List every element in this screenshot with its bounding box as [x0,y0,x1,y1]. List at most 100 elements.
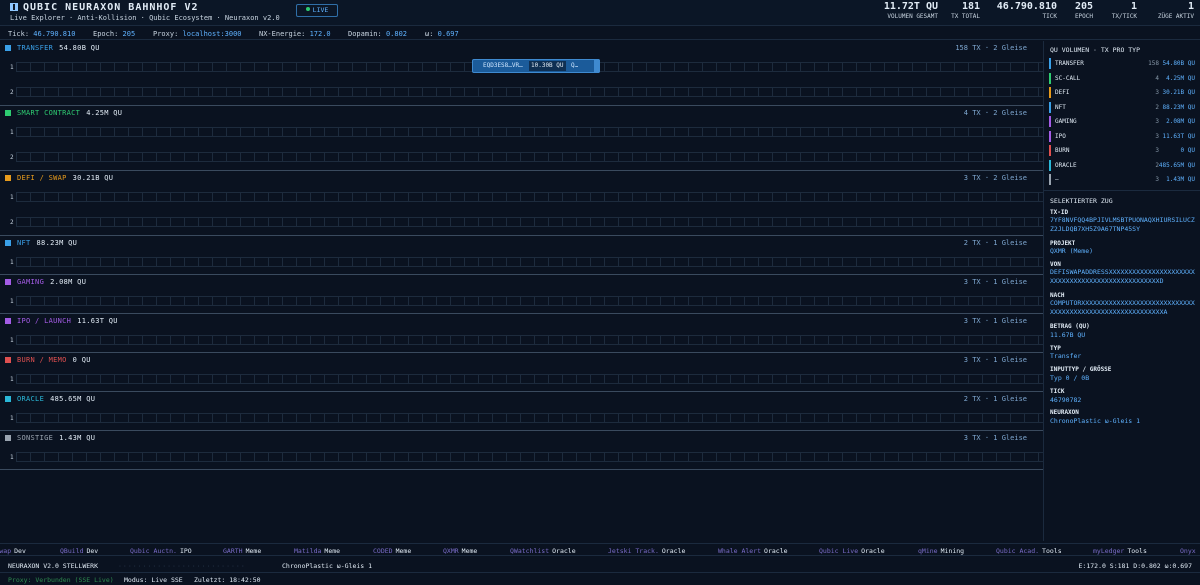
volume-row[interactable]: IPO 3 11.63T QU [1049,130,1197,142]
lane-volume: 88.23M QU [36,239,78,247]
volume-row[interactable]: GAMING 3 2.08M QU [1049,116,1197,127]
ticker-item[interactable]: QBuild Dev [60,547,98,555]
status-nx-energy: NX-Energie: 172.0 [259,30,331,38]
lane-color-icon [5,318,11,324]
ticker-item[interactable]: Qubic Auctn. IPO [130,547,192,555]
track-number: 1 [10,376,14,383]
volume-qu: 485.65M QU [1158,161,1195,169]
volume-row[interactable]: SC-CALL 4 4.25M QU [1049,72,1197,84]
app-title-text: QUBIC NEURAXON BAHNHOF V2 [23,2,199,13]
live-badge[interactable]: LIVE [296,4,338,17]
ticker-type: Meme [395,547,412,555]
track-number: 1 [10,64,14,71]
track-rail[interactable] [16,152,1043,162]
track-rail[interactable] [16,413,1043,423]
txid-label: TX-ID [1050,209,1069,216]
ticker-name: QBuild [60,547,84,555]
project-value: QXMR (Meme) [1050,247,1094,255]
track-rail[interactable] [16,257,1043,267]
ticker-item[interactable]: QXMR Meme [443,547,477,555]
ticker-item[interactable]: Onyx [1180,547,1199,555]
volume-row[interactable]: NFT 2 88.23M QU [1049,101,1197,113]
stat-value: 11.72T QU [883,1,938,12]
lane-transfer[interactable]: TRANSFER 54.80B QU 158 TX · 2 Gleise 1 2 [0,41,1043,106]
ticker-item[interactable]: GARTH Meme [223,547,261,555]
ticker-item[interactable]: Qubic Live Oracle [819,547,885,555]
lane-defi[interactable]: DEFI / SWAP 30.21B QU 3 TX · 2 Gleise 1 2 [0,171,1043,236]
status-value: 205 [122,30,136,38]
type-label: TYP [1050,345,1061,352]
volume-type: ORACLE [1055,161,1077,169]
lane-name: SMART CONTRACT [17,109,81,117]
volume-type: TRANSFER [1055,60,1084,67]
ticker-item[interactable]: Qubic SwapDev [0,547,26,555]
lane-ipo[interactable]: IPO / LAUNCH 11.63T QU 3 TX · 1 Gleise 1 [0,314,1043,353]
track-rail[interactable] [16,335,1043,345]
track-rail[interactable] [16,374,1043,384]
ticker-name: Onyx [1180,547,1196,555]
ticker-name: Qubic Auctn. [130,547,177,555]
volume-qu: 54.80B QU [1162,60,1195,67]
volume-row[interactable]: DEFI 3 30.21B QU [1049,87,1197,98]
ticker-item[interactable]: myLedger Tools [1093,547,1147,555]
track-number: 1 [10,337,14,344]
volume-qu: 88.23M QU [1162,103,1195,111]
track-rail[interactable] [16,452,1043,462]
volume-type: GAMING [1055,118,1077,125]
lane-smart-contract[interactable]: SMART CONTRACT 4.25M QU 4 TX · 2 Gleise 1… [0,106,1043,171]
ticker-name: Qubic Live [819,547,859,555]
stat-label: TX TOTAL [951,13,980,20]
lane-volume: 30.21B QU [72,174,114,182]
volume-row[interactable]: ORACLE 2 485.65M QU [1049,159,1197,171]
volume-qu: 1.43M QU [1166,176,1195,183]
stat-value: 46.790.810 [996,1,1057,12]
ticker-type: Mining [940,547,965,555]
lane-volume: 2.08M QU [50,278,87,286]
ticker-type: Dev [14,547,26,555]
volume-row[interactable]: TRANSFER 158 54.80B QU [1049,58,1197,69]
lane-other[interactable]: SONSTIGE 1.43M QU 3 TX · 1 Gleise 1 [0,431,1043,470]
to-value[interactable]: COMPUTORXXXXXXXXXXXXXXXXXXXXXXXXXXXXXXXX… [1050,299,1198,317]
train-car[interactable]: EQD3ES8…VR… 10.30B QU Q… [472,59,600,73]
volume-row[interactable]: BURN 3 0 QU [1049,145,1197,156]
volume-type: — [1055,176,1059,183]
ticker-item[interactable]: qMine Mining [918,547,964,555]
volume-count: 2 [1155,161,1159,169]
ticker-item[interactable]: Matilda Meme [294,547,340,555]
track-rail[interactable] [16,217,1043,227]
track-rail[interactable] [16,192,1043,202]
volume-row[interactable]: — 3 1.43M QU [1049,174,1197,185]
lane-info: 2 TX · 1 Gleise [963,395,1027,403]
track-rail[interactable] [16,296,1043,306]
volume-count: 4 [1155,74,1159,82]
track-rail[interactable] [16,87,1043,97]
ticker-type: Tools [1042,547,1062,555]
volume-qu: 4.25M QU [1166,74,1195,82]
ticker-item[interactable]: Jetski Track. Oracle [608,547,685,555]
lane-color-icon [5,279,11,285]
lane-burn[interactable]: BURN / MEMO 0 QU 3 TX · 1 Gleise 1 [0,353,1043,392]
track-number: 1 [10,129,14,136]
lane-color-icon [5,175,11,181]
lane-title: GAMING 2.08M QU [17,278,86,286]
stat-value: 1 [1187,1,1194,12]
volume-panel-title: QU VOLUMEN · TX PRO TYP [1050,46,1141,54]
ticker-item[interactable]: CODED Meme [373,547,411,555]
ticker-item[interactable]: QWatchlist Oracle [510,547,576,555]
track-rail[interactable] [16,127,1043,137]
lane-gaming[interactable]: GAMING 2.08M QU 3 TX · 1 Gleise 1 [0,275,1043,314]
header-bar: QUBIC NEURAXON BAHNHOF V2 Live Explorer … [0,0,1200,26]
ticker-item[interactable]: Qubic Acad. Tools [996,547,1062,555]
ticker-item[interactable]: Whale Alert Oracle [718,547,788,555]
lane-nft[interactable]: NFT 88.23M QU 2 TX · 1 Gleise 1 [0,236,1043,275]
lane-oracle[interactable]: ORACLE 485.65M QU 2 TX · 1 Gleise 1 [0,392,1043,431]
from-value[interactable]: DEFISWAPADDRESSXXXXXXXXXXXXXXXXXXXXXXXXX… [1050,268,1198,286]
neuraxon-value: ChronoPlastic ω-Gleis 1 [1050,417,1141,425]
project-label: PROJEKT [1050,240,1076,247]
lane-volume: 11.63T QU [77,317,118,325]
txid-value[interactable]: 7YF8NVFQQ4BPJIVLMSBTPUONAQXHIURSILUCZZ2J… [1050,216,1198,234]
ticker-name: QXMR [443,547,459,555]
tick-value: 46790782 [1050,396,1082,404]
status-label: ω: [425,30,434,38]
lane-name: TRANSFER [17,44,54,52]
